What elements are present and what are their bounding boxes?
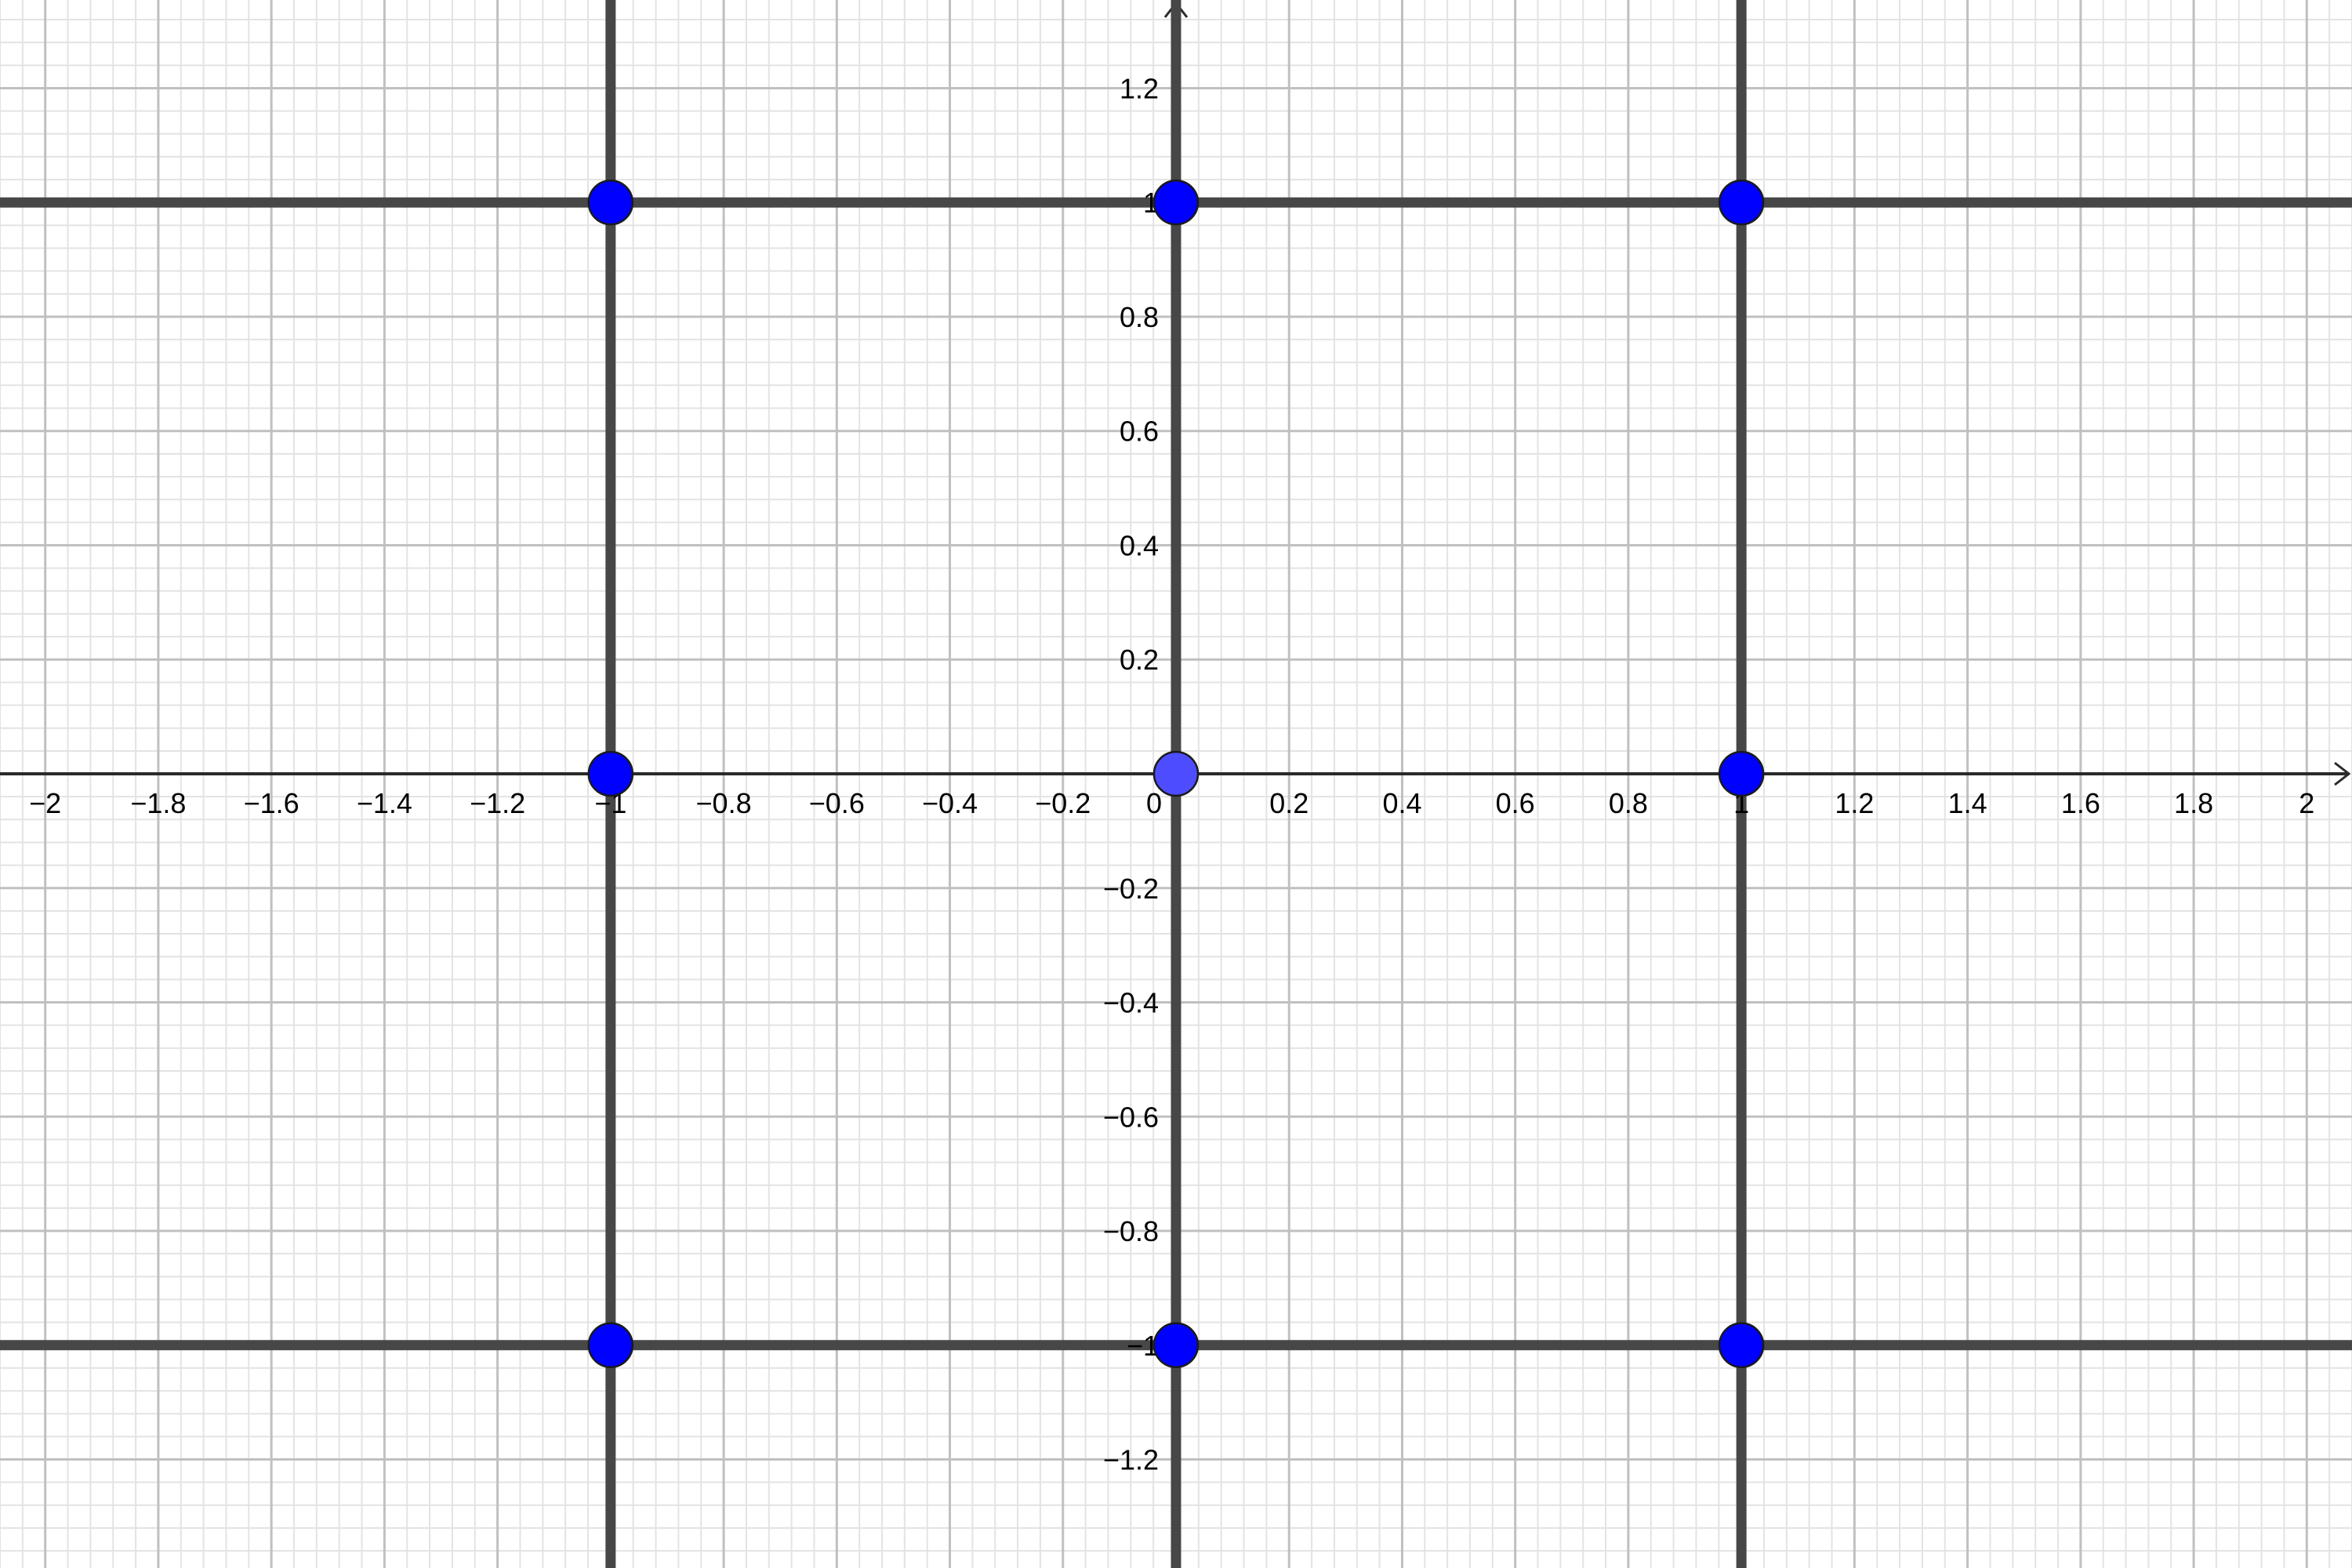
y-tick-label-0_20: 0.2 — [1120, 644, 1159, 676]
x-tick-label-2_00: 2 — [2299, 787, 2314, 819]
x-tick-label-m0_80: −0.8 — [696, 787, 752, 819]
point-m1_00-1_00[interactable] — [587, 179, 634, 226]
y-tick-label-m0_60: −0.6 — [1103, 1101, 1159, 1133]
y-tick-label-m0_40: −0.4 — [1103, 987, 1159, 1019]
coordinate-plot[interactable]: −2 −1.8 −1.6 −1.4 −1.2 −1 −0.8 −0.6 −0.4 −0.2 0 0.2… — [0, 0, 2352, 1568]
point-1_00-1_00[interactable] — [1718, 179, 1765, 226]
x-tick-label-0_00: 0 — [1146, 787, 1162, 819]
point-0_00-0_00[interactable] — [1152, 750, 1200, 797]
y-tick-label-1_20: 1.2 — [1120, 72, 1159, 104]
y-tick-label-m0_20: −0.2 — [1103, 873, 1159, 905]
x-tick-label-0_80: 0.8 — [1609, 787, 1648, 819]
x-tick-label-0_40: 0.4 — [1382, 787, 1421, 819]
point-m1_00-m1_00[interactable] — [587, 1322, 634, 1369]
x-tick-label-m1_80: −1.8 — [130, 787, 186, 819]
point-1_00-m1_00[interactable] — [1718, 1322, 1765, 1369]
point-m1_00-0_00[interactable] — [587, 750, 634, 797]
y-tick-label-0_40: 0.4 — [1120, 529, 1159, 561]
x-tick-label-m0_40: −0.4 — [922, 787, 978, 819]
x-tick-label-0_60: 0.6 — [1496, 787, 1535, 819]
x-tick-label-1_20: 1.2 — [1835, 787, 1874, 819]
y-tick-label-0_60: 0.6 — [1120, 416, 1159, 448]
point-0_00-m1_00[interactable] — [1152, 1322, 1200, 1369]
x-tick-label-m1_60: −1.6 — [244, 787, 299, 819]
x-tick-label-m0_20: −0.2 — [1035, 787, 1091, 819]
point-1_00-0_00[interactable] — [1718, 750, 1765, 797]
x-tick-label-1_80: 1.8 — [2174, 787, 2213, 819]
x-tick-label-1_60: 1.6 — [2061, 787, 2100, 819]
x-tick-label-0_20: 0.2 — [1269, 787, 1308, 819]
x-tick-label-m1_20: −1.2 — [470, 787, 525, 819]
y-tick-label-m0_80: −0.8 — [1103, 1215, 1159, 1247]
point-0_00-1_00[interactable] — [1152, 179, 1200, 226]
x-tick-label-m0_60: −0.6 — [809, 787, 865, 819]
x-tick-label-m2_00: −2 — [29, 787, 61, 819]
x-tick-label-1_40: 1.4 — [1948, 787, 1987, 819]
y-tick-label-m1_20: −1.2 — [1103, 1444, 1159, 1476]
y-tick-label-0_80: 0.8 — [1120, 301, 1159, 333]
x-tick-label-m1_40: −1.4 — [357, 787, 412, 819]
